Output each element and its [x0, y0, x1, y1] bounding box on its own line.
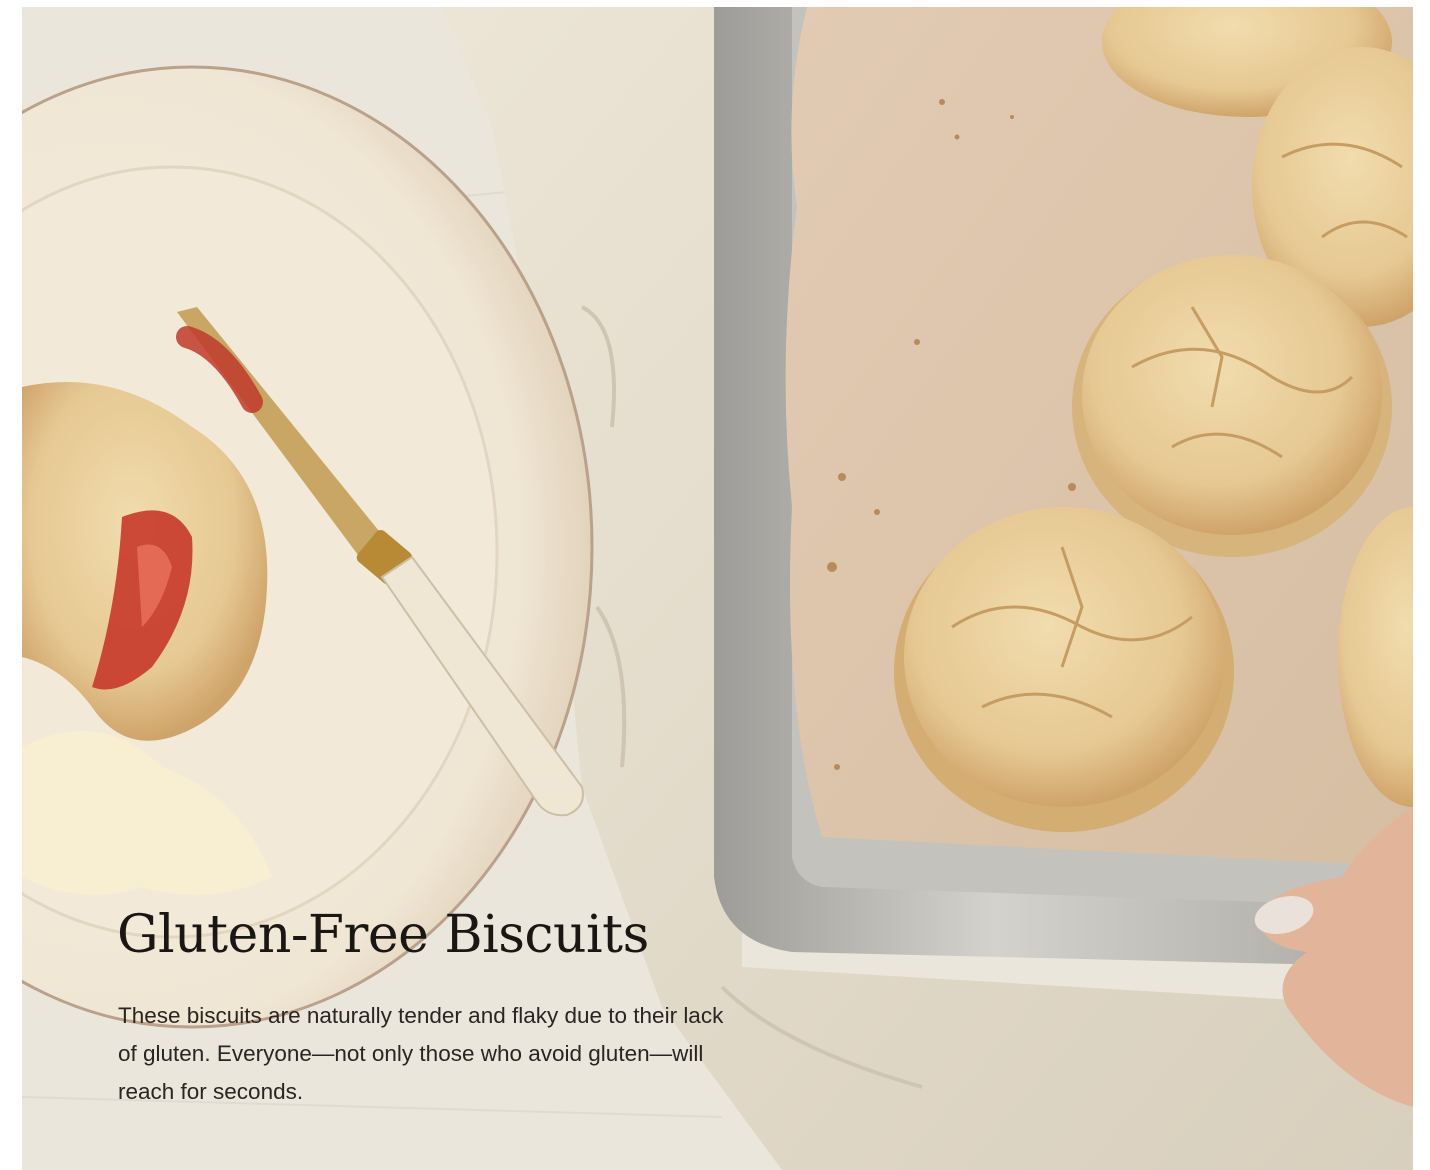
recipe-photo: [22, 7, 1413, 1170]
pan-biscuit-middle: [1072, 255, 1392, 557]
recipe-page: Gluten-Free Biscuits These biscuits are …: [0, 0, 1430, 1170]
recipe-title: Gluten-Free Biscuits: [117, 905, 649, 965]
recipe-description: These biscuits are naturally tender and …: [118, 1003, 724, 1104]
